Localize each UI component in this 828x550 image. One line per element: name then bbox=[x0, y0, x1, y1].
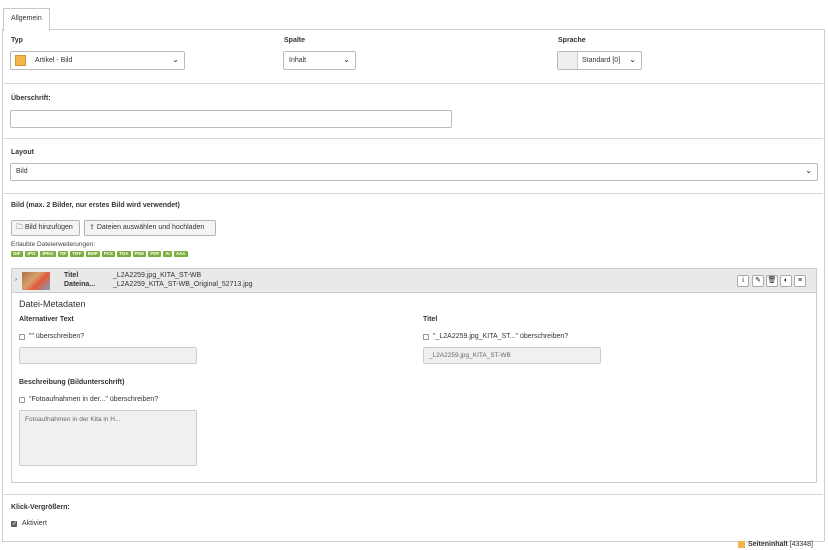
klick-checkbox[interactable]: ✓ bbox=[11, 521, 17, 527]
folder-icon: 🗀 bbox=[16, 224, 23, 231]
metadata-heading: Datei-Metadaten bbox=[19, 299, 86, 309]
extension-badge: PNG bbox=[132, 251, 147, 257]
extension-badge: TIF bbox=[57, 251, 69, 257]
alt-text-override-label: "" überschreiben? bbox=[29, 333, 85, 340]
extension-badge: TGA bbox=[117, 251, 131, 257]
title-override-checkbox[interactable] bbox=[423, 334, 429, 340]
extension-badge: PCX bbox=[101, 251, 116, 257]
typ-value: Artikel - Bild bbox=[35, 57, 73, 64]
bild-label: Bild (max. 2 Bilder, nur erstes Bild wir… bbox=[11, 202, 180, 209]
extension-badge: AI bbox=[163, 251, 172, 257]
sprache-select[interactable]: Standard [0] ⌄ bbox=[557, 51, 642, 70]
ueberschrift-input[interactable] bbox=[10, 110, 452, 128]
edit-icon[interactable]: ✎ bbox=[752, 275, 764, 287]
description-override-checkbox[interactable] bbox=[19, 397, 25, 403]
divider bbox=[2, 138, 823, 139]
layout-value: Bild bbox=[16, 168, 28, 175]
alt-text-override-checkbox[interactable] bbox=[19, 334, 25, 340]
file-title-label: Titel bbox=[64, 272, 79, 279]
file-name-label: Dateina... bbox=[64, 281, 96, 288]
chevron-right-icon: › bbox=[15, 277, 17, 283]
extension-badge: PDF bbox=[148, 251, 162, 257]
delete-icon[interactable]: 🗑 bbox=[766, 275, 778, 287]
check-icon: ✓ bbox=[12, 521, 18, 527]
spalte-label: Spalte bbox=[284, 37, 306, 44]
divider bbox=[2, 193, 823, 194]
description-textarea[interactable]: Fotoaufnahmen in der Kita in H... bbox=[19, 410, 197, 466]
footer-info: Seiteninhalt [43348] bbox=[748, 541, 813, 548]
tab-allgemein[interactable]: Allgemein bbox=[3, 8, 50, 31]
typ-select[interactable]: Artikel - Bild ⌄ bbox=[10, 51, 185, 70]
info-icon[interactable]: i bbox=[737, 275, 749, 287]
content-element-icon bbox=[738, 541, 745, 548]
description-override-label: "Fotoaufnahmen in der..." überschreiben? bbox=[29, 396, 159, 403]
extension-badge: JPEG bbox=[39, 251, 56, 257]
upload-icon: ⇪ bbox=[89, 224, 95, 231]
layout-label: Layout bbox=[11, 149, 34, 156]
spalte-select[interactable]: Inhalt ⌄ bbox=[283, 51, 356, 70]
typ-label: Typ bbox=[11, 37, 23, 44]
extension-badge: BMP bbox=[85, 251, 100, 257]
content-type-icon bbox=[15, 55, 26, 66]
add-image-label: Bild hinzufügen bbox=[24, 224, 73, 231]
chevron-down-icon: ⌄ bbox=[172, 55, 179, 64]
layout-select[interactable]: Bild ⌄ bbox=[10, 163, 818, 181]
description-label: Beschreibung (Bildunterschrift) bbox=[19, 379, 125, 386]
sprache-label: Sprache bbox=[558, 37, 586, 44]
divider bbox=[2, 83, 823, 84]
file-title-value: _L2A2259.jpg_KITA_ST-WB bbox=[113, 272, 202, 279]
alt-text-input[interactable] bbox=[19, 347, 197, 364]
title-meta-label: Titel bbox=[423, 316, 438, 323]
add-image-button[interactable]: 🗀 Bild hinzufügen bbox=[11, 220, 80, 236]
file-name-value: _L2A2259_KITA_ST-WB_Original_52713.jpg bbox=[113, 281, 253, 288]
upload-files-button[interactable]: ⇪ Dateien auswählen und hochladen bbox=[84, 220, 216, 236]
divider bbox=[2, 494, 823, 495]
extension-badge: TIFF bbox=[70, 251, 84, 257]
file-reference-header[interactable]: › Titel Dateina... _L2A2259.jpg_KITA_ST-… bbox=[11, 268, 817, 293]
klick-checkbox-label: Aktiviert bbox=[22, 520, 47, 527]
chevron-down-icon: ⌄ bbox=[805, 166, 812, 175]
alt-text-label: Alternativer Text bbox=[19, 316, 74, 323]
chevron-down-icon: ⌄ bbox=[629, 55, 636, 64]
upload-files-label: Dateien auswählen und hochladen bbox=[96, 224, 205, 231]
title-meta-input[interactable] bbox=[423, 347, 601, 364]
menu-icon[interactable]: ≡ bbox=[794, 275, 806, 287]
extension-badge: GIF bbox=[11, 251, 23, 257]
chevron-down-icon: ⌄ bbox=[343, 55, 350, 64]
footer-id: [43348] bbox=[789, 541, 813, 548]
language-flag-icon bbox=[558, 52, 578, 69]
title-override-label: "_L2A2259.jpg_KITA_ST..." überschreiben? bbox=[433, 333, 569, 340]
file-metadata-panel: Datei-Metadaten Alternativer Text "" übe… bbox=[11, 293, 817, 483]
klick-label: Klick-Vergrößern: bbox=[11, 504, 70, 511]
extension-badge: JPG bbox=[24, 251, 38, 257]
footer-label: Seiteninhalt bbox=[748, 541, 788, 548]
allowed-extensions-label: Erlaubte Dateierweiterungen: bbox=[11, 241, 96, 248]
extensions-list: GIF JPG JPEG TIF TIFF BMP PCX TGA PNG PDF AI AAA bbox=[11, 250, 190, 258]
extension-badge: AAA bbox=[173, 251, 188, 257]
ueberschrift-label: Überschrift: bbox=[11, 95, 51, 102]
thumbnail-image bbox=[22, 272, 50, 290]
toggle-icon[interactable]: ◐ bbox=[780, 275, 792, 287]
